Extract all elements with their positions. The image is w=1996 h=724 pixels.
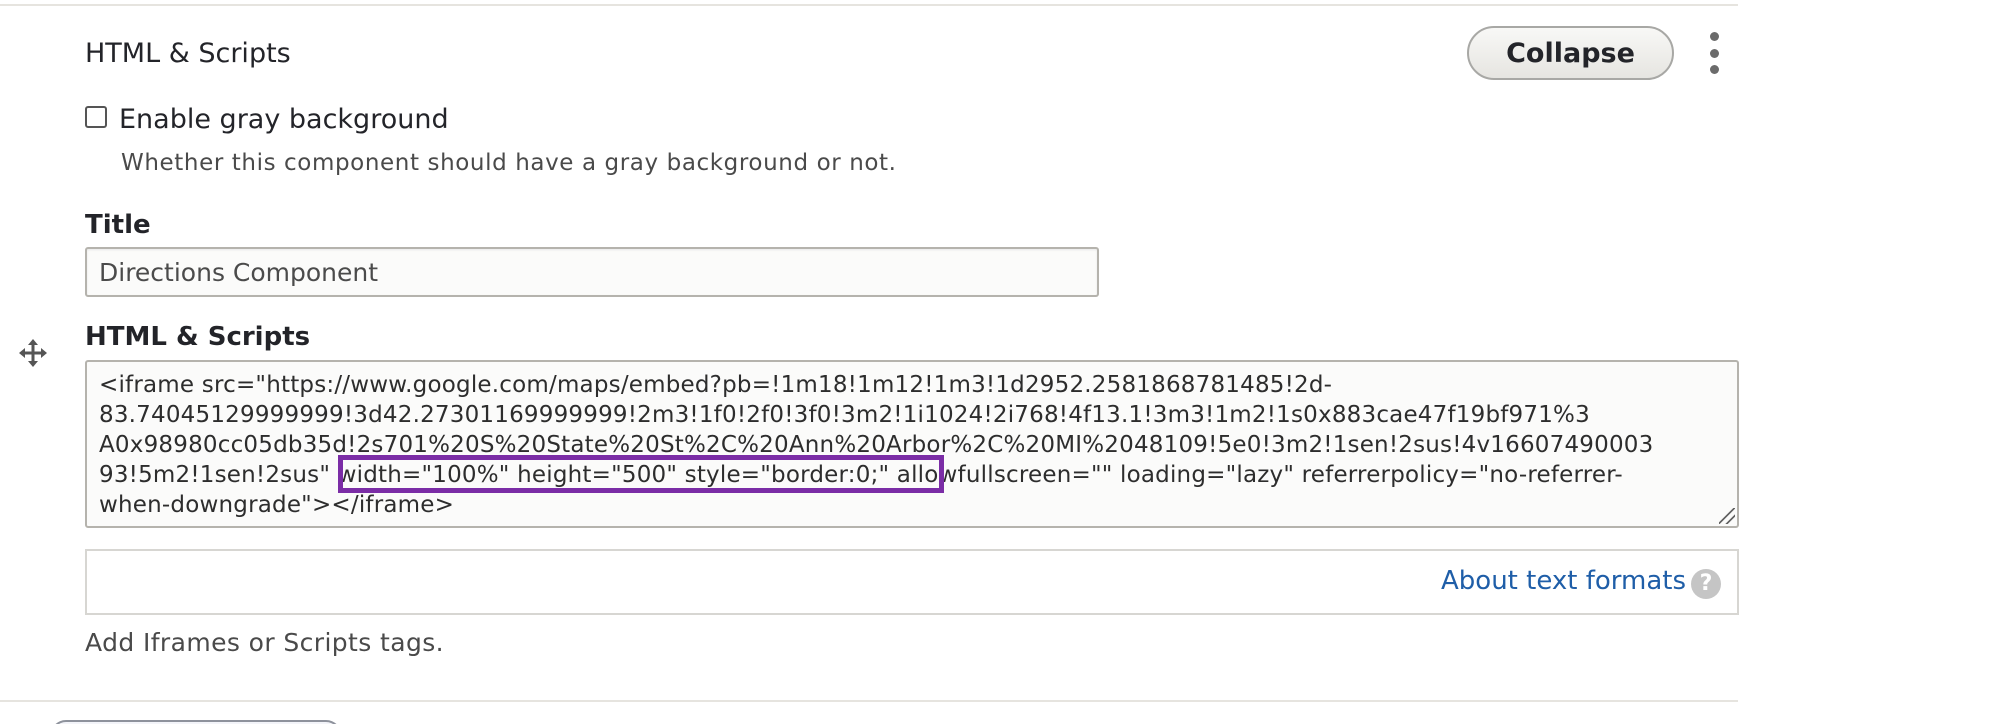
textarea-resize-handle[interactable] [1719,508,1735,524]
gray-background-description: Whether this component should have a gra… [121,150,897,176]
gray-background-label[interactable]: Enable gray background [119,104,449,135]
top-divider [0,4,1738,6]
bottom-divider [0,700,1738,702]
about-text-formats-link[interactable]: About text formats [1441,566,1686,596]
html-scripts-textarea[interactable]: <iframe src="https://www.google.com/maps… [85,360,1739,528]
paragraph-component-editor: HTML & Scripts Collapse Enable gray back… [0,0,1996,724]
move-handle-icon[interactable] [18,338,48,368]
kebab-dot [1709,65,1719,74]
collapse-button[interactable]: Collapse [1467,26,1674,80]
question-circle-icon[interactable]: ? [1691,569,1721,599]
title-input[interactable] [85,247,1099,297]
move-arrows-icon [19,339,47,367]
gray-background-checkbox[interactable] [85,106,107,128]
kebab-menu-icon[interactable] [1704,32,1724,74]
kebab-dot [1709,32,1719,41]
partial-button[interactable] [50,720,342,724]
code-line: <iframe src="https://www.google.com/maps… [99,372,1333,398]
kebab-dot [1709,48,1719,58]
code-line: when-downgrade"></iframe> [99,492,455,518]
title-field-label: Title [85,210,151,240]
highlight-annotation-box [338,455,944,493]
section-title: HTML & Scripts [85,38,291,69]
field-help-text: Add Iframes or Scripts tags. [85,628,444,657]
html-scripts-field-label: HTML & Scripts [85,322,311,352]
code-line: 83.74045129999999!3d42.27301169999999!2m… [99,402,1590,428]
